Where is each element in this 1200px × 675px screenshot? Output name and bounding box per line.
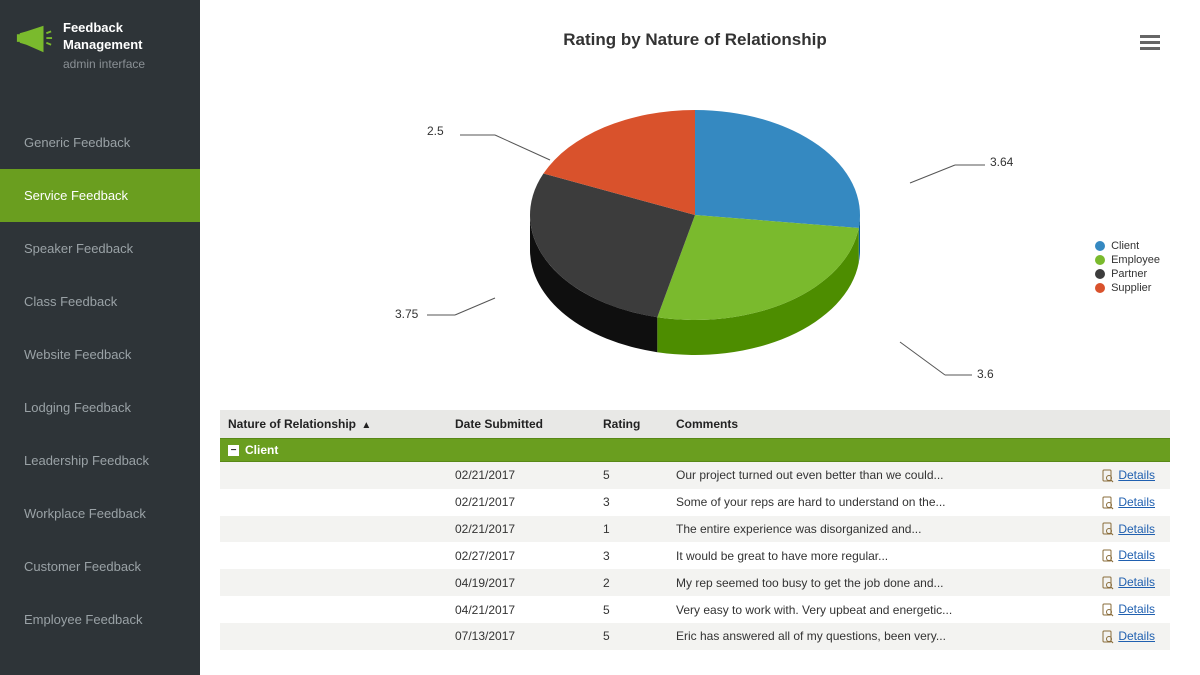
- sidebar-item-workplace-feedback[interactable]: Workplace Feedback: [0, 487, 200, 540]
- magnify-doc-icon: [1102, 576, 1114, 590]
- column-nature-label: Nature of Relationship: [228, 417, 356, 431]
- table-row: 02/21/20175Our project turned out even b…: [220, 462, 1170, 489]
- cell-comments: My rep seemed too busy to get the job do…: [666, 569, 1088, 596]
- sidebar-item-service-feedback[interactable]: Service Feedback: [0, 169, 200, 222]
- details-link[interactable]: Details: [1118, 468, 1155, 482]
- cell-rating: 3: [593, 542, 666, 569]
- table-row: 02/21/20171The entire experience was dis…: [220, 516, 1170, 543]
- cell-rating: 5: [593, 596, 666, 623]
- cell-comments: Very easy to work with. Very upbeat and …: [666, 596, 1088, 623]
- legend-dot-icon: [1095, 241, 1105, 251]
- cell-date: 02/21/2017: [445, 462, 593, 489]
- chart-title: Rating by Nature of Relationship: [220, 30, 1170, 50]
- cell-date: 04/19/2017: [445, 569, 593, 596]
- app-title-2: Management: [63, 37, 145, 54]
- cell-rating: 3: [593, 489, 666, 516]
- main-content: Rating by Nature of Relationship 3.64 3.…: [200, 0, 1200, 675]
- details-link[interactable]: Details: [1118, 575, 1155, 589]
- cell-rating: 5: [593, 623, 666, 650]
- cell-comments: The entire experience was disorganized a…: [666, 516, 1088, 543]
- cell-rating: 1: [593, 516, 666, 543]
- app-title-1: Feedback: [63, 20, 145, 37]
- group-label: Client: [245, 443, 278, 457]
- sidebar: Feedback Management admin interface Gene…: [0, 0, 200, 675]
- legend-dot-icon: [1095, 283, 1105, 293]
- legend-item[interactable]: Partner: [1095, 268, 1160, 280]
- column-rating[interactable]: Rating: [593, 410, 666, 439]
- magnify-doc-icon: [1102, 496, 1114, 510]
- legend-label: Supplier: [1111, 282, 1151, 294]
- cell-date: 02/21/2017: [445, 489, 593, 516]
- sidebar-item-class-feedback[interactable]: Class Feedback: [0, 275, 200, 328]
- sidebar-item-customer-feedback[interactable]: Customer Feedback: [0, 540, 200, 593]
- legend-label: Client: [1111, 240, 1139, 252]
- magnify-doc-icon: [1102, 603, 1114, 617]
- column-nature[interactable]: Nature of Relationship ▲: [220, 410, 445, 439]
- details-link[interactable]: Details: [1118, 548, 1155, 562]
- column-date[interactable]: Date Submitted: [445, 410, 593, 439]
- legend-label: Partner: [1111, 268, 1147, 280]
- legend-item[interactable]: Employee: [1095, 254, 1160, 266]
- legend-label: Employee: [1111, 254, 1160, 266]
- table-header-row: Nature of Relationship ▲ Date Submitted …: [220, 410, 1170, 439]
- table-row: 04/21/20175Very easy to work with. Very …: [220, 596, 1170, 623]
- table-row: 07/13/20175Eric has answered all of my q…: [220, 623, 1170, 650]
- legend-item[interactable]: Supplier: [1095, 282, 1160, 294]
- chart-label-partner: 3.75: [395, 307, 418, 321]
- megaphone-icon: [15, 23, 53, 55]
- details-link[interactable]: Details: [1118, 602, 1155, 616]
- magnify-doc-icon: [1102, 549, 1114, 563]
- magnify-doc-icon: [1102, 630, 1114, 644]
- table-row: 02/27/20173It would be great to have mor…: [220, 542, 1170, 569]
- legend-dot-icon: [1095, 269, 1105, 279]
- sidebar-item-lodging-feedback[interactable]: Lodging Feedback: [0, 381, 200, 434]
- magnify-doc-icon: [1102, 469, 1114, 483]
- feedback-table: Nature of Relationship ▲ Date Submitted …: [220, 410, 1170, 650]
- cell-comments: Our project turned out even better than …: [666, 462, 1088, 489]
- logo: Feedback Management admin interface: [0, 0, 200, 96]
- cell-date: 07/13/2017: [445, 623, 593, 650]
- table-row: 04/19/20172My rep seemed too busy to get…: [220, 569, 1170, 596]
- legend-dot-icon: [1095, 255, 1105, 265]
- chart-label-employee: 3.6: [977, 367, 994, 381]
- sidebar-item-leadership-feedback[interactable]: Leadership Feedback: [0, 434, 200, 487]
- chart-label-client: 3.64: [990, 155, 1013, 169]
- sidebar-item-website-feedback[interactable]: Website Feedback: [0, 328, 200, 381]
- sidebar-nav: Generic FeedbackService FeedbackSpeaker …: [0, 116, 200, 646]
- chart-label-supplier: 2.5: [427, 124, 444, 138]
- cell-rating: 5: [593, 462, 666, 489]
- details-link[interactable]: Details: [1118, 522, 1155, 536]
- app-subtitle: admin interface: [63, 57, 145, 71]
- sidebar-item-employee-feedback[interactable]: Employee Feedback: [0, 593, 200, 646]
- pie-slice-client[interactable]: [695, 110, 860, 228]
- table-row: 02/21/20173Some of your reps are hard to…: [220, 489, 1170, 516]
- group-row[interactable]: −Client: [220, 439, 1170, 462]
- column-comments[interactable]: Comments: [666, 410, 1170, 439]
- collapse-icon[interactable]: −: [228, 445, 239, 456]
- cell-comments: It would be great to have more regular..…: [666, 542, 1088, 569]
- cell-date: 02/21/2017: [445, 516, 593, 543]
- sidebar-item-generic-feedback[interactable]: Generic Feedback: [0, 116, 200, 169]
- cell-comments: Some of your reps are hard to understand…: [666, 489, 1088, 516]
- cell-rating: 2: [593, 569, 666, 596]
- sort-asc-icon: ▲: [361, 420, 371, 431]
- magnify-doc-icon: [1102, 522, 1114, 536]
- cell-date: 02/27/2017: [445, 542, 593, 569]
- pie-chart: 3.64 3.6 3.75 2.5 Client Employee Partner S…: [220, 60, 1170, 400]
- menu-icon[interactable]: [1140, 35, 1160, 56]
- cell-comments: Eric has answered all of my questions, b…: [666, 623, 1088, 650]
- details-link[interactable]: Details: [1118, 495, 1155, 509]
- cell-date: 04/21/2017: [445, 596, 593, 623]
- legend-item[interactable]: Client: [1095, 240, 1160, 252]
- sidebar-item-speaker-feedback[interactable]: Speaker Feedback: [0, 222, 200, 275]
- pie-graphic: [525, 90, 865, 370]
- details-link[interactable]: Details: [1118, 629, 1155, 643]
- chart-legend: Client Employee Partner Supplier: [1095, 240, 1160, 296]
